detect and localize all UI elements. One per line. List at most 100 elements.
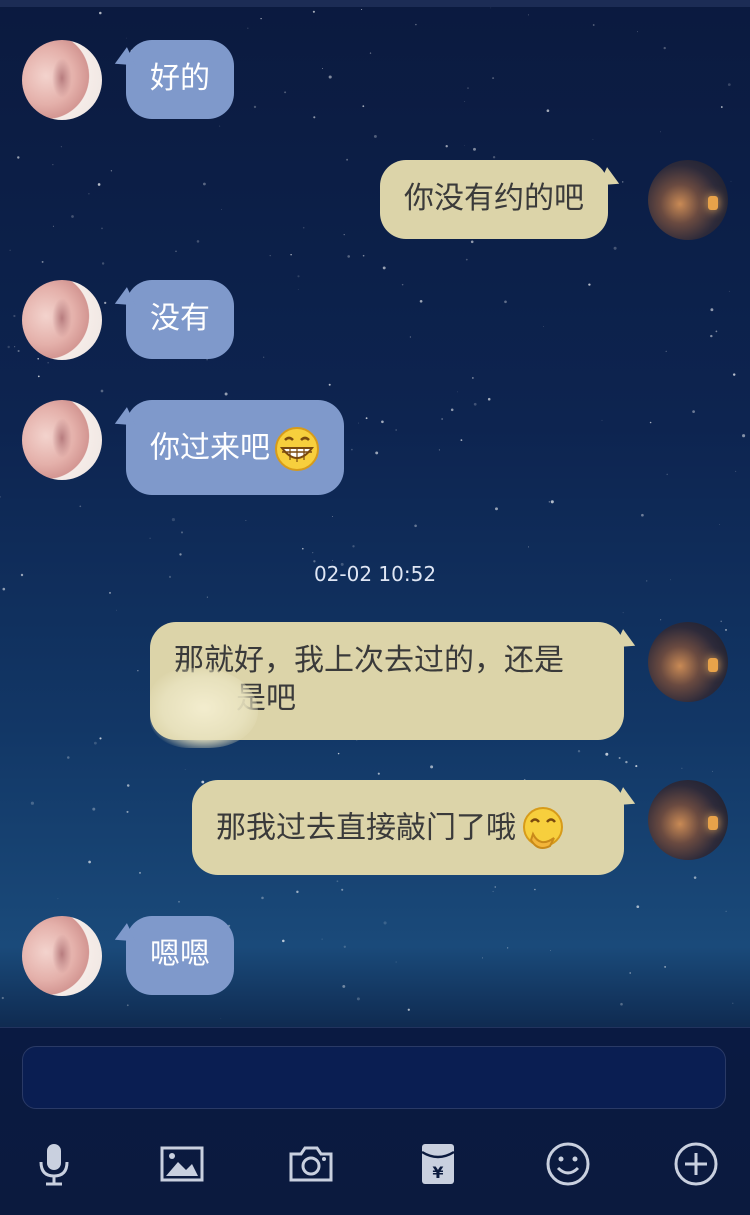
- star-dot: [206, 596, 208, 598]
- star-dot: [358, 422, 359, 424]
- star-dot: [116, 609, 118, 611]
- star-dot: [37, 375, 40, 378]
- star-dot: [465, 258, 468, 261]
- star-dot: [343, 945, 346, 948]
- star-dot: [492, 156, 496, 159]
- contact-avatar[interactable]: [22, 400, 102, 480]
- my-avatar[interactable]: [648, 780, 728, 860]
- star-dot: [636, 31, 638, 33]
- star-dot: [492, 890, 494, 893]
- my-avatar[interactable]: [648, 622, 728, 702]
- star-dot: [492, 77, 495, 80]
- star-dot: [625, 760, 628, 764]
- star-dot: [47, 362, 49, 364]
- star-dot: [220, 1018, 222, 1019]
- star-dot: [180, 531, 184, 534]
- star-dot: [472, 377, 474, 379]
- grinning-face-icon: [275, 427, 319, 471]
- camera-icon[interactable]: [287, 1140, 335, 1188]
- my-avatar[interactable]: [648, 160, 728, 240]
- star-dot: [710, 334, 713, 338]
- message-bubble[interactable]: 你过来吧: [126, 400, 344, 495]
- message-timestamp: 02-02 10:52: [313, 562, 437, 586]
- star-dot: [450, 408, 454, 412]
- star-dot: [409, 336, 411, 338]
- star-dot: [346, 158, 349, 161]
- star-dot: [37, 358, 39, 360]
- star-dot: [60, 146, 62, 148]
- star-dot: [457, 391, 459, 393]
- star-dot: [312, 551, 314, 554]
- star-dot: [361, 8, 363, 11]
- star-dot: [328, 383, 331, 386]
- image-icon[interactable]: [158, 1140, 206, 1188]
- message-text: 那我过去直接敲门了哦: [216, 810, 516, 846]
- star-dot: [178, 900, 180, 903]
- star-dot: [99, 737, 102, 740]
- star-dot: [681, 767, 683, 769]
- star-dot: [297, 275, 300, 278]
- star-dot: [312, 10, 315, 13]
- star-dot: [693, 876, 697, 879]
- star-dot: [527, 14, 529, 16]
- star-dot: [460, 439, 463, 441]
- star-dot: [224, 392, 228, 396]
- star-dot: [337, 752, 340, 755]
- star-dot: [2, 587, 6, 591]
- star-dot: [407, 1008, 410, 1011]
- emoji-icon[interactable]: [544, 1140, 592, 1188]
- star-dot: [343, 234, 345, 236]
- star-dot: [629, 972, 632, 974]
- star-dot: [9, 249, 11, 251]
- star-dot: [660, 131, 662, 133]
- star-dot: [253, 105, 257, 109]
- microphone-icon[interactable]: [30, 1140, 78, 1188]
- star-dot: [328, 75, 332, 79]
- star-dot: [543, 325, 545, 327]
- star-dot: [247, 27, 249, 29]
- star-dot: [57, 898, 59, 900]
- star-dot: [369, 52, 372, 54]
- star-dot: [284, 91, 287, 94]
- star-dot: [742, 434, 746, 438]
- star-dot: [487, 397, 491, 401]
- star-dot: [203, 182, 206, 186]
- contact-avatar[interactable]: [22, 280, 102, 360]
- message-input[interactable]: [22, 1046, 726, 1109]
- contact-avatar[interactable]: [22, 40, 102, 120]
- message-text: 你没有约的吧: [404, 181, 584, 216]
- plus-icon[interactable]: [672, 1140, 720, 1188]
- star-dot: [342, 984, 346, 988]
- message-bubble[interactable]: 你没有约的吧: [380, 160, 608, 239]
- star-dot: [375, 451, 379, 455]
- star-dot: [341, 888, 344, 891]
- star-dot: [373, 134, 377, 138]
- star-dot: [666, 473, 668, 476]
- star-dot: [577, 750, 581, 753]
- message-bubble[interactable]: 好的: [126, 40, 234, 119]
- star-dot: [414, 524, 417, 528]
- star-dot: [381, 420, 384, 424]
- star-dot: [88, 860, 91, 864]
- star-dot: [1, 996, 4, 1000]
- star-dot: [592, 138, 594, 140]
- message-bubble[interactable]: 没有: [126, 280, 234, 359]
- message-bubble[interactable]: 那我过去直接敲门了哦: [192, 780, 624, 875]
- star-dot: [365, 417, 368, 420]
- star-dot: [110, 170, 113, 172]
- star-dot: [352, 545, 355, 548]
- message-bubble[interactable]: 嗯嗯: [126, 916, 234, 995]
- star-dot: [464, 100, 466, 102]
- star-dot: [527, 546, 529, 548]
- star-dot: [620, 1002, 623, 1006]
- message-text: 好的: [150, 61, 210, 96]
- star-dot: [395, 961, 397, 963]
- star-dot: [419, 299, 423, 303]
- star-dot: [101, 262, 105, 265]
- star-dot: [383, 921, 387, 925]
- star-dot: [719, 524, 720, 526]
- red-packet-icon[interactable]: ¥: [414, 1140, 462, 1188]
- star-dot: [507, 947, 509, 949]
- contact-avatar[interactable]: [22, 916, 102, 996]
- star-dot: [395, 429, 397, 431]
